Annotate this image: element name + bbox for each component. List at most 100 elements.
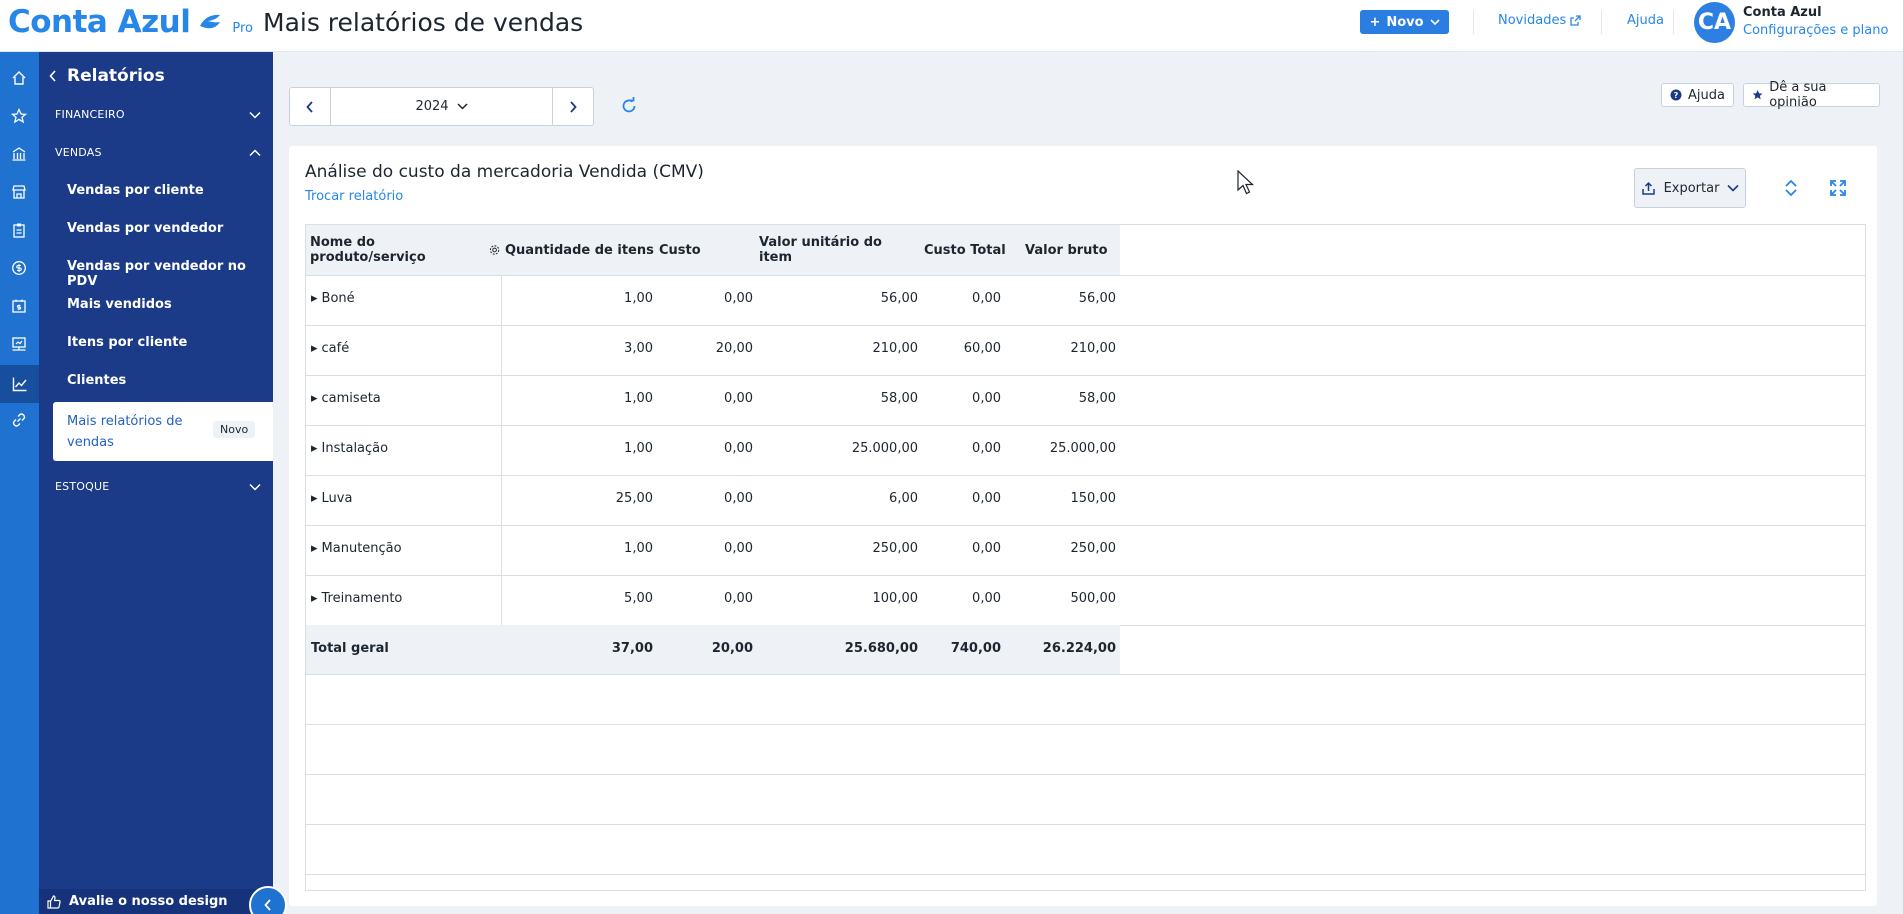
sidebar-section-estoque[interactable]: ESTOQUE bbox=[55, 480, 261, 493]
store-icon[interactable] bbox=[7, 180, 31, 204]
reports-chart-icon[interactable] bbox=[0, 365, 39, 403]
collapse-sidebar-button[interactable] bbox=[249, 886, 287, 914]
column-header-cost[interactable]: Custo bbox=[659, 225, 739, 275]
column-header-gross-value[interactable]: Valor bruto bbox=[1025, 225, 1115, 275]
gross-value-cell: 56,00 bbox=[1078, 291, 1116, 306]
previous-year-button[interactable] bbox=[290, 88, 330, 125]
help-link[interactable]: Ajuda bbox=[1627, 13, 1664, 28]
star-icon[interactable] bbox=[7, 104, 31, 128]
sidebar-item-vendas-por-cliente[interactable]: Vendas por cliente bbox=[67, 183, 204, 198]
gross-value-cell: 150,00 bbox=[1070, 491, 1117, 506]
column-header-product[interactable]: Nome do produto/serviço bbox=[310, 225, 500, 275]
chevron-left-icon bbox=[264, 899, 271, 911]
reports-sidebar: Relatórios FINANCEIRO VENDAS Vendas por … bbox=[39, 52, 273, 914]
svg-text:?: ? bbox=[1674, 91, 1679, 100]
table-row[interactable]: ▸ Instalação bbox=[311, 441, 388, 456]
total-cost-cell: 0,00 bbox=[972, 591, 1001, 606]
gear-icon[interactable] bbox=[489, 244, 500, 256]
table-row[interactable]: ▸ Treinamento bbox=[311, 591, 402, 606]
divider bbox=[1601, 10, 1602, 34]
logo-text: Conta Azul bbox=[8, 4, 191, 40]
logo[interactable]: Conta Azul Pro bbox=[8, 4, 253, 40]
sidebar-item-vendas-por-vendedor[interactable]: Vendas por vendedor bbox=[67, 221, 223, 236]
divider bbox=[1673, 10, 1674, 34]
quantity-cell: 3,00 bbox=[624, 341, 653, 356]
sidebar-item-mais-vendidos[interactable]: Mais vendidos bbox=[67, 297, 172, 312]
help-button-label: Ajuda bbox=[1688, 87, 1725, 103]
table-row[interactable]: ▸ camiseta bbox=[311, 391, 381, 406]
row-divider bbox=[306, 874, 1865, 875]
column-header-unit-value[interactable]: Valor unitário do item bbox=[759, 225, 919, 275]
next-year-button[interactable] bbox=[553, 88, 593, 125]
quantity-cell: 5,00 bbox=[624, 591, 653, 606]
total-cost-cell: 0,00 bbox=[972, 291, 1001, 306]
expand-row-icon[interactable]: ▸ bbox=[311, 291, 318, 306]
expand-row-icon[interactable]: ▸ bbox=[311, 341, 318, 356]
chevron-down-icon bbox=[457, 103, 468, 110]
table-row[interactable]: ▸ Luva bbox=[311, 491, 352, 506]
expand-row-icon[interactable]: ▸ bbox=[311, 391, 318, 406]
product-name: Instalação bbox=[321, 441, 389, 456]
quantity-cell: 1,00 bbox=[624, 541, 653, 556]
total-cost-cell: 0,00 bbox=[972, 541, 1001, 556]
switch-report-link[interactable]: Trocar relatório bbox=[305, 189, 403, 204]
upload-icon bbox=[1641, 181, 1655, 195]
new-button[interactable]: + Novo bbox=[1360, 10, 1449, 34]
sidebar-section-financeiro[interactable]: FINANCEIRO bbox=[55, 108, 261, 121]
new-badge: Novo bbox=[213, 421, 256, 438]
bank-icon[interactable] bbox=[7, 142, 31, 166]
cost-cell: 0,00 bbox=[724, 291, 753, 306]
column-header-total-cost[interactable]: Custo Total bbox=[924, 225, 1014, 275]
year-dropdown[interactable]: 2024 bbox=[330, 88, 553, 125]
money-icon[interactable] bbox=[7, 256, 31, 280]
rate-design-button[interactable]: Avalie o nosso design bbox=[39, 889, 273, 914]
product-name: Boné bbox=[321, 291, 355, 306]
thumbs-up-icon bbox=[47, 894, 61, 909]
fullscreen-icon[interactable] bbox=[1828, 178, 1848, 198]
sidebar-title: Relatórios bbox=[67, 66, 165, 86]
help-button[interactable]: ? Ajuda bbox=[1661, 83, 1734, 107]
chevron-up-icon bbox=[249, 148, 261, 156]
pos-icon[interactable] bbox=[7, 332, 31, 356]
sidebar-item-clientes[interactable]: Clientes bbox=[67, 373, 126, 388]
expand-row-icon[interactable]: ▸ bbox=[311, 441, 318, 456]
table-row[interactable]: ▸ Boné bbox=[311, 291, 355, 306]
icon-rail bbox=[0, 52, 39, 914]
account-settings-link[interactable]: Configurações e plano bbox=[1743, 23, 1888, 38]
plus-icon: + bbox=[1369, 14, 1381, 30]
section-label: VENDAS bbox=[55, 146, 102, 159]
section-label: FINANCEIRO bbox=[55, 108, 125, 121]
expand-row-icon[interactable]: ▸ bbox=[311, 491, 318, 506]
user-name[interactable]: Conta Azul bbox=[1743, 5, 1822, 20]
calendar-money-icon[interactable] bbox=[7, 294, 31, 318]
column-header-quantity[interactable]: Quantidade de itens bbox=[505, 225, 665, 275]
sidebar-item-mais-relatorios[interactable]: Mais relatórios de vendas Novo bbox=[53, 402, 273, 461]
year-selector: 2024 bbox=[289, 87, 594, 126]
row-divider bbox=[306, 425, 1865, 426]
expand-row-icon[interactable]: ▸ bbox=[311, 541, 318, 556]
sidebar-section-vendas[interactable]: VENDAS bbox=[55, 146, 261, 159]
sidebar-item-itens-por-cliente[interactable]: Itens por cliente bbox=[67, 335, 187, 350]
feedback-button[interactable]: Dê a sua opinião bbox=[1743, 80, 1880, 110]
table-row[interactable]: ▸ Manutenção bbox=[311, 541, 402, 556]
chevron-down-icon bbox=[249, 111, 261, 119]
refresh-icon[interactable] bbox=[619, 96, 639, 116]
avatar[interactable]: CA bbox=[1694, 2, 1735, 43]
row-divider bbox=[306, 824, 1865, 825]
table-row[interactable]: ▸ café bbox=[311, 341, 349, 356]
product-name: Luva bbox=[321, 491, 353, 506]
total-cost-cell: 0,00 bbox=[972, 391, 1001, 406]
expand-collapse-icon[interactable] bbox=[1781, 178, 1801, 198]
sidebar-item-vendas-por-vendedor-pdv[interactable]: Vendas por vendedor no PDV bbox=[67, 259, 273, 289]
link-icon[interactable] bbox=[7, 408, 31, 432]
expand-row-icon[interactable]: ▸ bbox=[311, 591, 318, 606]
cost-cell: 0,00 bbox=[724, 591, 753, 606]
export-button[interactable]: Exportar bbox=[1634, 168, 1746, 208]
clipboard-icon[interactable] bbox=[7, 218, 31, 242]
home-icon[interactable] bbox=[7, 66, 31, 90]
gross-value-cell: 210,00 bbox=[1070, 341, 1117, 356]
sidebar-item-label: Mais relatórios de vendas bbox=[67, 414, 183, 450]
sidebar-back-button[interactable]: Relatórios bbox=[49, 66, 165, 86]
news-link[interactable]: Novidades bbox=[1498, 13, 1581, 28]
cost-cell: 0,00 bbox=[724, 491, 753, 506]
